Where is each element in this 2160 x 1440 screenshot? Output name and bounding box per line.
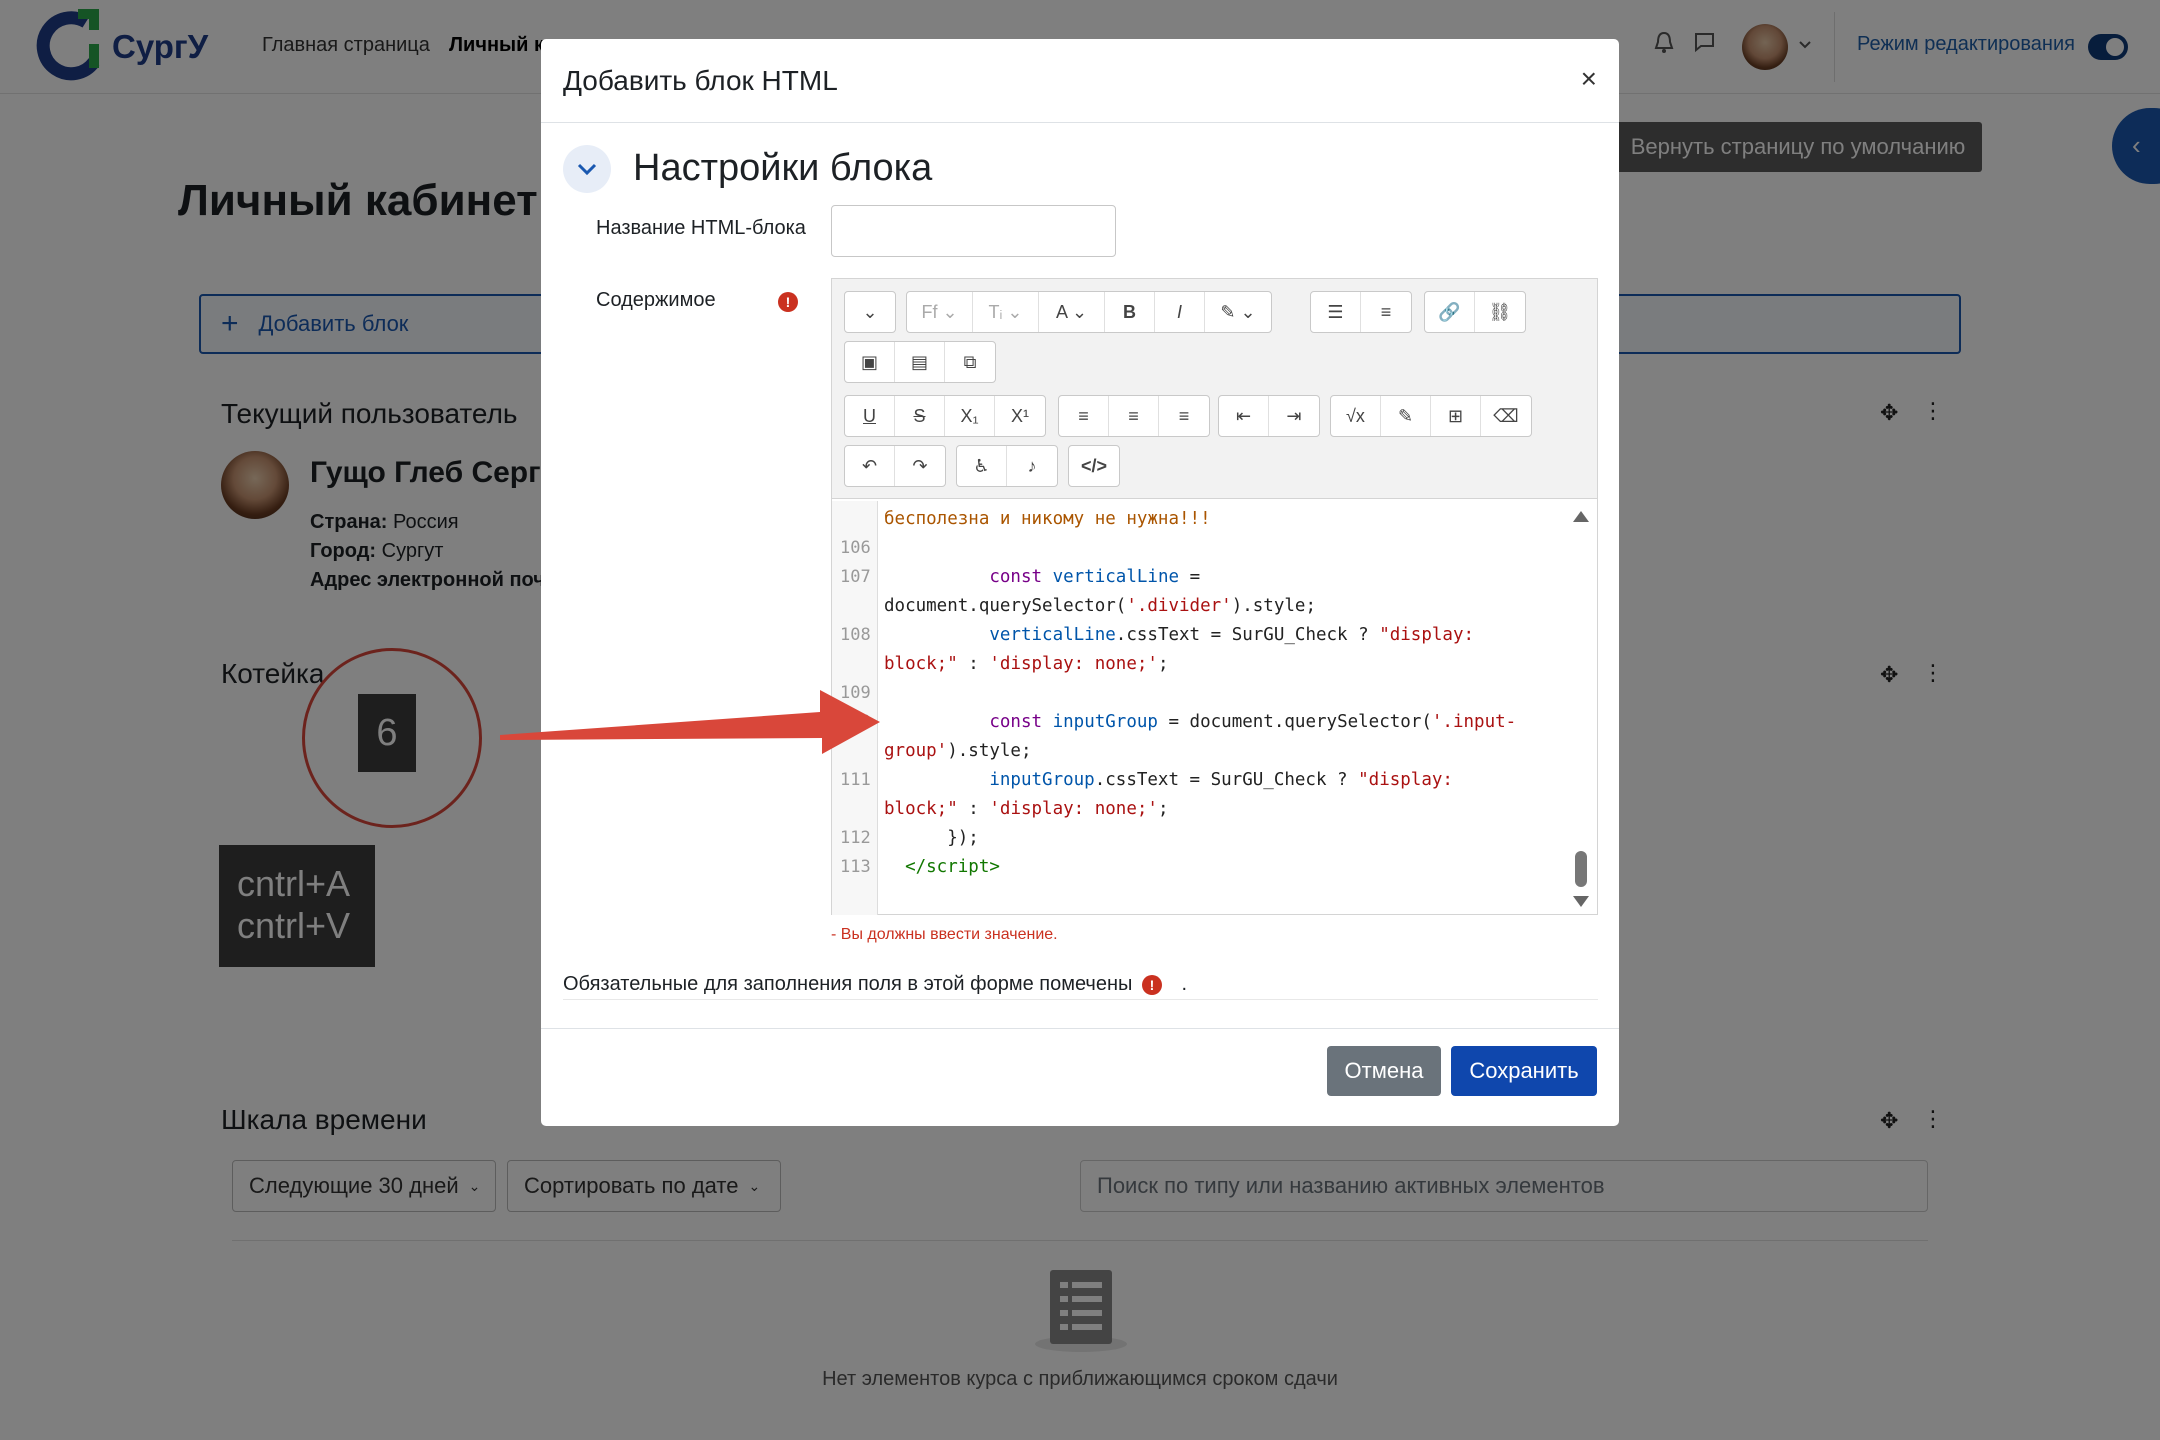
code-line: inputGroup.cssText = SurGU_Check ? "disp… — [989, 770, 1453, 790]
toolbar-group-source: </> — [1068, 445, 1120, 487]
align-left-icon[interactable]: ≡ — [1059, 396, 1109, 436]
close-icon[interactable]: × — [1581, 63, 1597, 95]
table-icon[interactable]: ⊞ — [1431, 396, 1481, 436]
superscript-icon[interactable]: X¹ — [995, 396, 1045, 436]
image-icon[interactable]: ▣ — [845, 342, 895, 382]
code-line: const inputGroup = document.querySelecto… — [989, 712, 1517, 732]
accessibility-icon[interactable]: ♿ — [957, 446, 1007, 486]
add-html-block-modal: Добавить блок HTML × Настройки блока Наз… — [541, 39, 1619, 1126]
required-note-end: . — [1181, 973, 1188, 995]
line-number: 108 — [840, 625, 871, 645]
subscript-icon[interactable]: X₁ — [945, 396, 995, 436]
align-center-icon[interactable]: ≡ — [1109, 396, 1159, 436]
font-family-icon[interactable]: Ff ⌄ — [907, 292, 973, 332]
scroll-down-icon[interactable] — [1573, 896, 1589, 907]
link-icon[interactable]: 🔗 — [1425, 292, 1475, 332]
section-collapse-button[interactable] — [563, 145, 611, 193]
toolbar-group-font: Ff ⌄ Tᵢ ⌄ A ⌄ B I ✎ ⌄ — [906, 291, 1272, 333]
line-number: 107 — [840, 567, 871, 587]
toolbar-group-insert: √x ✎ ⊞ ⌫ — [1330, 395, 1532, 437]
toolbar-group-links: 🔗 ⛓ — [1424, 291, 1526, 333]
undo-icon[interactable]: ↶ — [845, 446, 895, 486]
line-number: 110 — [840, 712, 871, 732]
code-area[interactable]: бесполезна и никому не нужна!!! 106 107 co… — [832, 501, 1597, 915]
toolbar-group-accessibility: ♿ ♪ — [956, 445, 1058, 487]
underline-icon[interactable]: U — [845, 396, 895, 436]
cancel-button[interactable]: Отмена — [1327, 1046, 1441, 1096]
modal-footer: Отмена Сохранить — [541, 1028, 1619, 1126]
editor-toolbar: ⌄ Ff ⌄ Tᵢ ⌄ A ⌄ B I ✎ ⌄ ☰ ≡ 🔗 ⛓ ▣ ▤ ⧉ U … — [832, 279, 1597, 499]
embed-icon[interactable]: ⧉ — [945, 342, 995, 382]
line-number: 106 — [840, 538, 871, 558]
code-line: }); — [884, 828, 979, 848]
toolbar-group-collapse: ⌄ — [844, 291, 896, 333]
italic-icon[interactable]: I — [1155, 292, 1205, 332]
equation-icon[interactable]: √x — [1331, 396, 1381, 436]
code-line: verticalLine.cssText = SurGU_Check ? "di… — [989, 625, 1475, 645]
toolbar-group-align: ≡ ≡ ≡ — [1058, 395, 1210, 437]
chevron-down-icon — [577, 163, 597, 176]
code-line: block;" : 'display: none;'; — [884, 654, 1169, 674]
toolbar-group-history: ↶ ↷ — [844, 445, 946, 487]
outdent-icon[interactable]: ⇤ — [1219, 396, 1269, 436]
toolbar-group-media: ▣ ▤ ⧉ — [844, 341, 996, 383]
align-right-icon[interactable]: ≡ — [1159, 396, 1209, 436]
code-line: group').style; — [884, 741, 1032, 761]
content-error-message: - Вы должны ввести значение. — [831, 926, 1058, 943]
code-line: </script> — [905, 857, 1000, 877]
html-source-icon[interactable]: </> — [1069, 446, 1119, 486]
numbered-list-icon[interactable]: ≡ — [1361, 292, 1411, 332]
edit-icon[interactable]: ✎ — [1381, 396, 1431, 436]
indent-icon[interactable]: ⇥ — [1269, 396, 1319, 436]
toolbar-group-indent: ⇤ ⇥ — [1218, 395, 1320, 437]
toolbar-toggle-icon[interactable]: ⌄ — [845, 292, 895, 332]
modal-title: Добавить блок HTML — [563, 65, 838, 96]
modal-header: Добавить блок HTML × — [541, 39, 1619, 123]
code-line: const verticalLine = — [989, 567, 1201, 587]
code-line: document.querySelector('.divider').style… — [884, 596, 1316, 616]
save-button[interactable]: Сохранить — [1451, 1046, 1597, 1096]
toolbar-group-lists: ☰ ≡ — [1310, 291, 1412, 333]
line-number: 111 — [840, 770, 871, 790]
line-number: 112 — [840, 828, 871, 848]
font-size-icon[interactable]: Tᵢ ⌄ — [973, 292, 1039, 332]
strikethrough-icon[interactable]: S — [895, 396, 945, 436]
content-field-label: Содержимое — [596, 289, 716, 311]
redo-icon[interactable]: ↷ — [895, 446, 945, 486]
unlink-icon[interactable]: ⛓ — [1475, 292, 1525, 332]
bold-icon[interactable]: B — [1105, 292, 1155, 332]
code-line: бесполезна и никому не нужна!!! — [884, 509, 1211, 529]
code-line: block;" : 'display: none;'; — [884, 799, 1169, 819]
required-fields-note: Обязательные для заполнения поля в этой … — [563, 973, 1187, 996]
clear-format-icon[interactable]: ⌫ — [1481, 396, 1531, 436]
name-field-label: Название HTML-блока — [596, 217, 806, 239]
required-icon: ! — [778, 292, 798, 312]
required-icon: ! — [1141, 974, 1162, 995]
required-note-text: Обязательные для заполнения поля в этой … — [563, 973, 1133, 995]
html-editor[interactable]: ⌄ Ff ⌄ Tᵢ ⌄ A ⌄ B I ✎ ⌄ ☰ ≡ 🔗 ⛓ ▣ ▤ ⧉ U … — [831, 278, 1598, 915]
block-name-input[interactable] — [831, 205, 1116, 257]
line-number: 109 — [840, 683, 871, 703]
bullet-list-icon[interactable]: ☰ — [1311, 292, 1361, 332]
toolbar-group-format: U S X₁ X¹ — [844, 395, 1046, 437]
scroll-up-icon[interactable] — [1573, 511, 1589, 522]
font-color-icon[interactable]: A ⌄ — [1039, 292, 1105, 332]
divider — [563, 999, 1598, 1000]
section-title: Настройки блока — [633, 147, 933, 189]
line-number: 113 — [840, 857, 871, 877]
highlight-icon[interactable]: ✎ ⌄ — [1205, 292, 1271, 332]
media-icon[interactable]: ▤ — [895, 342, 945, 382]
screenreader-icon[interactable]: ♪ — [1007, 446, 1057, 486]
scrollbar-thumb[interactable] — [1575, 851, 1587, 887]
